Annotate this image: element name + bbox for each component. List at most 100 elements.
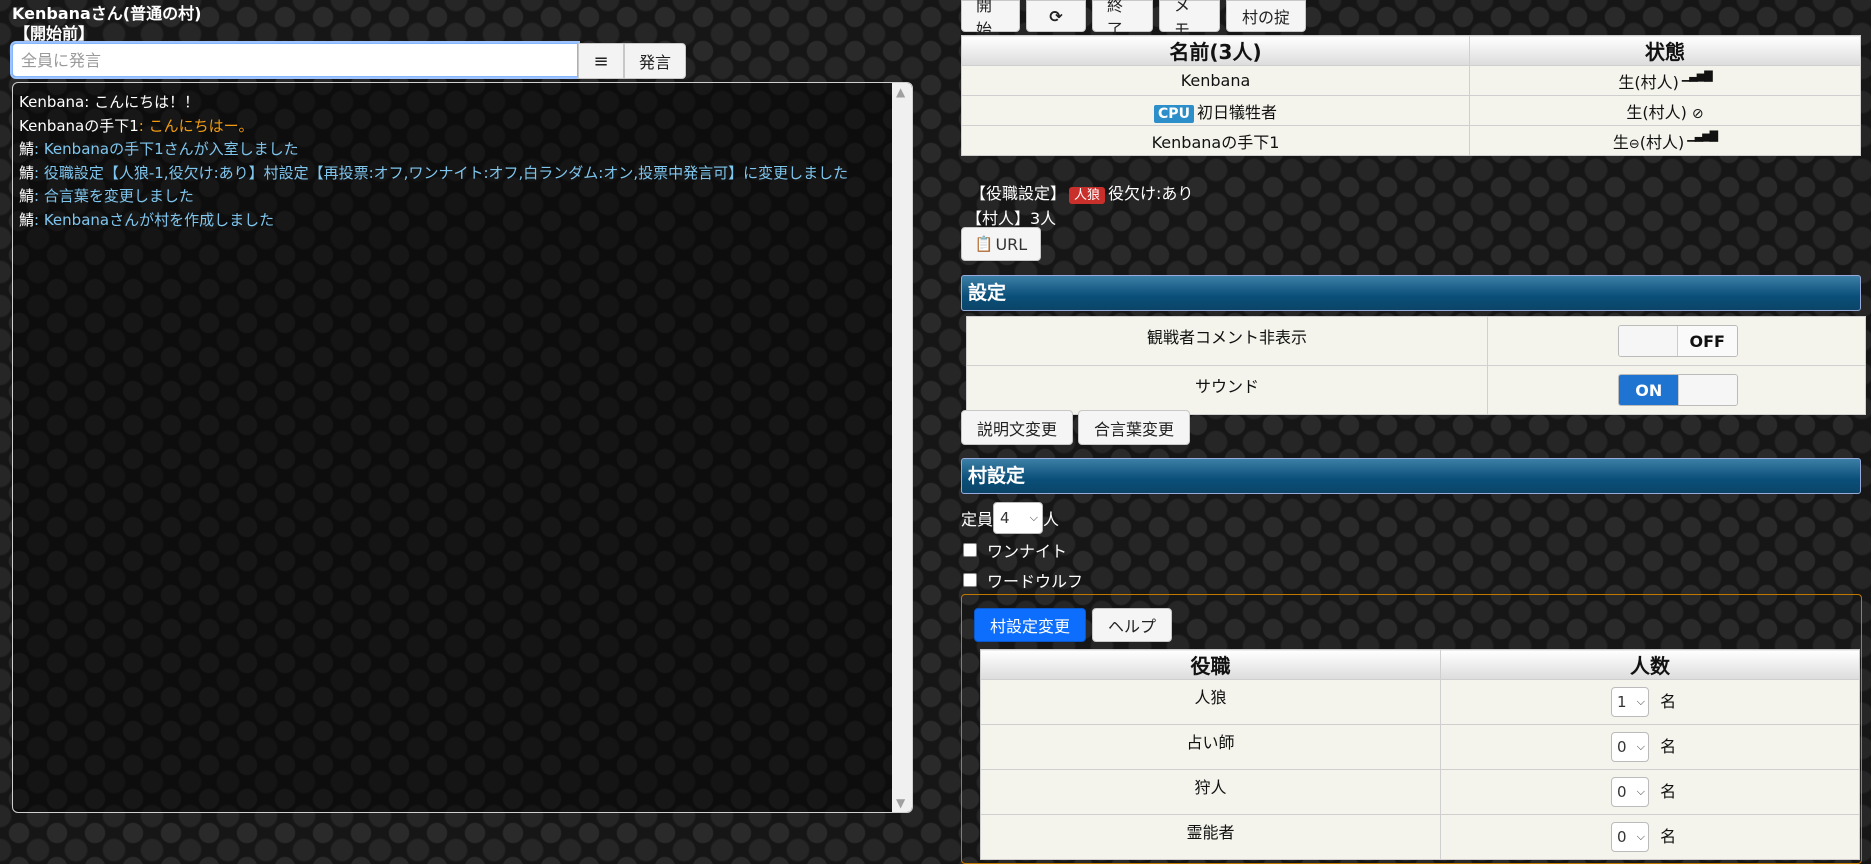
player-row[interactable]: Kenbana 生(村人) ▁▃▅▇	[961, 65, 1861, 96]
player-table: 名前(3人) 状態 Kenbana 生(村人) ▁▃▅▇ CPU 初日犠牲者 生(村…	[961, 35, 1861, 156]
log-speaker: 鯖	[19, 163, 35, 182]
chat-log-list: Kenbana: こんにちは！！ Kenbanaの手下1: こんにちはー。鯖: K…	[19, 91, 888, 232]
settings-header: 設定	[961, 275, 1861, 311]
description-buttons: 説明文変更 合言葉変更	[961, 410, 1191, 445]
memo-button[interactable]: メモ	[1159, 0, 1220, 39]
log-text: Kenbanaさんが村を作成しました	[43, 210, 275, 229]
role-table: 役職 人数 人狼 1 ⌵ 名占い師 0 ⌵ 名狩人 0 ⌵ 名霊能者 0 ⌵ 名	[980, 649, 1860, 860]
player-status: 生(村人) ▁▃▅▇	[1469, 65, 1861, 96]
say-send-button[interactable]: 発言	[624, 43, 686, 79]
apply-settings-button[interactable]: 村設定変更	[974, 608, 1087, 642]
say-input[interactable]	[10, 41, 580, 79]
signal-icon: ▁▃▅▇	[1687, 128, 1718, 142]
role-row: 占い師 0 ⌵ 名	[980, 724, 1860, 770]
menu-icon: ≡	[593, 50, 609, 72]
role-count-select[interactable]: 0 ⌵	[1611, 822, 1649, 852]
player-name: Kenbanaの手下1	[961, 125, 1470, 156]
word-wolf-row: ワードウルフ	[963, 568, 1083, 592]
role-count-select[interactable]: 1 ⌵	[1611, 687, 1649, 717]
role-count-unit: 名	[1660, 737, 1677, 756]
log-line: Kenbanaの手下1: こんにちはー。	[19, 116, 254, 135]
chevron-down-icon: ⌵	[1636, 740, 1645, 753]
role-count-select[interactable]: 0 ⌵	[1611, 777, 1649, 807]
log-text: こんにちは！！	[94, 93, 200, 111]
log-speaker: 鯖	[19, 210, 35, 229]
end-button[interactable]: 終了	[1092, 0, 1153, 39]
player-name: Kenbana	[961, 65, 1470, 96]
chat-log[interactable]: Kenbana: こんにちは！！ Kenbanaの手下1: こんにちはー。鯖: K…	[12, 82, 913, 813]
role-name: 霊能者	[980, 814, 1441, 860]
change-password-button[interactable]: 合言葉変更	[1078, 410, 1191, 445]
say-menu-button[interactable]: ≡	[578, 43, 624, 79]
log-line: 鯖: Kenbanaの手下1さんが入室しました	[19, 140, 299, 158]
role-count-unit: 名	[1660, 692, 1677, 711]
role-row: 霊能者 0 ⌵ 名	[980, 814, 1860, 860]
spectator-comment-toggle[interactable]: OFF	[1618, 325, 1738, 357]
scroll-up-icon[interactable]: ▲	[896, 85, 905, 99]
say-bar: ≡ 発言	[10, 41, 686, 79]
role-header: 役職	[980, 649, 1441, 680]
player-row[interactable]: Kenbanaの手下1 生⊖(村人) ▁▃▅▇	[961, 125, 1861, 156]
sound-toggle[interactable]: ON	[1618, 374, 1738, 406]
log-text: 合言葉を変更しました	[43, 187, 194, 205]
role-row: 狩人 0 ⌵ 名	[980, 769, 1860, 815]
chevron-down-icon: ⌵	[1636, 695, 1645, 708]
count-header: 人数	[1440, 649, 1860, 680]
refresh-button[interactable]: ⟳	[1026, 0, 1086, 32]
refresh-icon: ⟳	[1049, 6, 1063, 26]
log-speaker: 鯖	[19, 140, 35, 158]
villager-count: 【村人】3人	[966, 209, 1057, 228]
word-wolf-label: ワードウルフ	[987, 572, 1084, 591]
settings-table: 観戦者コメント非表示 OFF サウンド ON	[966, 316, 1866, 415]
role-count-unit: 名	[1660, 782, 1677, 801]
log-speaker: 鯖	[19, 187, 35, 205]
log-line: Kenbana: こんにちは！！	[19, 93, 200, 111]
log-line: 鯖: 役職設定【人狼-1,役欠け:あり】村設定【再投票:オフ,ワンナイト:オフ,…	[19, 163, 849, 182]
werewolf-badge: 人狼	[1069, 187, 1106, 204]
minus-circle-icon: ⊖	[1628, 136, 1640, 152]
player-status: 生⊖(村人) ▁▃▅▇	[1469, 125, 1861, 156]
player-row[interactable]: CPU 初日犠牲者 生(村人) ⊘	[961, 95, 1861, 126]
chevron-down-icon: ⌵	[1636, 785, 1645, 798]
role-panel-buttons: 村設定変更 ヘルプ	[974, 608, 1173, 642]
help-button[interactable]: ヘルプ	[1092, 608, 1173, 642]
player-status: 生(村人) ⊘	[1469, 95, 1861, 126]
player-name-header: 名前(3人)	[961, 35, 1470, 66]
clipboard-icon: 📋	[974, 235, 994, 253]
cpu-badge: CPU	[1154, 104, 1194, 123]
village-settings-header: 村設定	[961, 458, 1861, 494]
one-night-checkbox[interactable]	[963, 543, 977, 557]
top-toolbar: 開始 ⟳ 終了 メモ 村の掟	[961, 0, 1306, 39]
role-name: 人狼	[980, 679, 1441, 725]
log-text: Kenbanaの手下1さんが入室しました	[43, 140, 299, 158]
capacity-row: 定員 4 ⌵ 人	[961, 502, 1059, 534]
role-config-line: 【役職設定】 人狼 役欠け:あり	[970, 184, 1194, 204]
chat-log-scrollbar[interactable]: ▲ ▼	[892, 83, 912, 812]
capacity-select[interactable]: 4 ⌵	[993, 502, 1044, 534]
scroll-down-icon[interactable]: ▼	[896, 796, 905, 810]
role-count-select[interactable]: 0 ⌵	[1611, 732, 1649, 762]
setting-row: サウンド ON	[966, 365, 1866, 415]
chevron-down-icon: ⌵	[1029, 511, 1039, 524]
word-wolf-checkbox[interactable]	[963, 573, 977, 587]
one-night-row: ワンナイト	[963, 538, 1067, 562]
role-name: 狩人	[980, 769, 1441, 815]
setting-row: 観戦者コメント非表示 OFF	[966, 316, 1866, 366]
setting-label: 観戦者コメント非表示	[966, 316, 1488, 366]
log-text: こんにちはー。	[148, 116, 254, 135]
role-row: 人狼 1 ⌵ 名	[980, 679, 1860, 725]
log-line: 鯖: Kenbanaさんが村を作成しました	[19, 210, 275, 229]
log-speaker: Kenbanaの手下1	[19, 116, 139, 135]
log-line: 鯖: 合言葉を変更しました	[19, 187, 194, 205]
village-rules-button[interactable]: 村の掟	[1226, 0, 1306, 32]
log-text: 役職設定【人狼-1,役欠け:あり】村設定【再投票:オフ,ワンナイト:オフ,白ラン…	[43, 163, 849, 182]
change-description-button[interactable]: 説明文変更	[961, 410, 1074, 445]
start-button[interactable]: 開始	[961, 0, 1020, 39]
copy-url-button[interactable]: 📋 URL	[961, 227, 1041, 261]
one-night-label: ワンナイト	[987, 542, 1068, 561]
no-entry-icon: ⊘	[1691, 105, 1704, 122]
role-name: 占い師	[980, 724, 1441, 770]
role-count-unit: 名	[1660, 827, 1677, 846]
setting-label: サウンド	[966, 365, 1488, 415]
log-speaker: Kenbana	[19, 93, 85, 111]
